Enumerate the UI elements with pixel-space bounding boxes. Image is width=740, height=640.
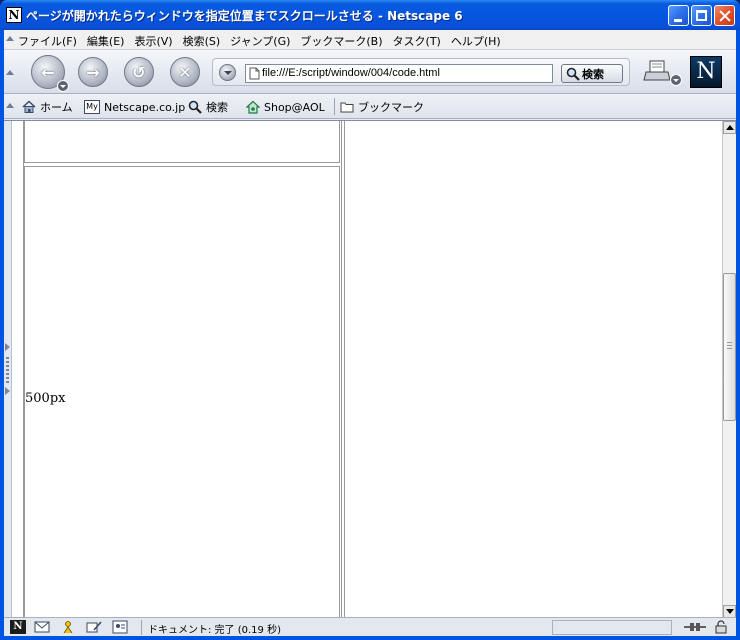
toolbar-separator: [334, 98, 335, 115]
personal-bookmarks-folder[interactable]: ブックマーク: [340, 99, 424, 115]
sidebar-expand-arrow-icon[interactable]: [5, 343, 10, 351]
menu-help[interactable]: ヘルプ(H): [451, 33, 501, 49]
status-bar: N ドキュメント: 完了 (0.19 秒): [4, 617, 736, 636]
print-icon[interactable]: [642, 58, 672, 84]
menu-bar: ファイル(F) 編集(E) 表示(V) 検索(S) ジャンプ(G) ブックマーク…: [4, 30, 736, 50]
bookmarks-label: ブックマーク: [358, 101, 424, 114]
table-cell-top: [24, 121, 340, 163]
home-icon: [22, 100, 36, 113]
personal-home-button[interactable]: ホーム: [22, 99, 73, 115]
stop-x-icon: ✕: [178, 62, 192, 82]
shop-label: Shop@AOL: [264, 100, 325, 114]
netscape-throbber-logo[interactable]: N: [690, 56, 722, 88]
scroll-thumb[interactable]: [723, 273, 736, 421]
online-status-icon[interactable]: [684, 621, 706, 633]
content-area: 500px: [4, 120, 736, 618]
mail-icon[interactable]: [34, 620, 50, 634]
url-text: file:///E:/script/window/004/code.html: [262, 67, 440, 79]
menu-go[interactable]: ジャンプ(G): [230, 33, 290, 49]
frame-divider[interactable]: [341, 121, 342, 618]
table-cell-main: [24, 166, 340, 618]
toolbar-grippy-icon[interactable]: [6, 36, 14, 41]
folder-icon: [340, 102, 354, 113]
print-dropdown[interactable]: [670, 74, 682, 86]
search-label: 検索: [206, 101, 228, 114]
menu-file[interactable]: ファイル(F): [18, 33, 77, 49]
magnifier-icon: [566, 67, 580, 81]
page-file-icon: [249, 67, 260, 80]
scroll-up-button[interactable]: [723, 121, 736, 134]
minimize-button[interactable]: [668, 5, 689, 26]
close-button[interactable]: [714, 5, 735, 26]
stop-button[interactable]: ✕: [170, 57, 200, 87]
menu-view[interactable]: 表示(V): [134, 33, 172, 49]
forward-arrow-icon: →: [86, 62, 100, 82]
netscape-link-label: Netscape.co.jp: [104, 100, 186, 114]
shop-house-icon: [246, 100, 260, 114]
address-book-icon[interactable]: [112, 620, 128, 634]
frame-divider-edge: [344, 121, 345, 618]
my-netscape-icon: My: [84, 100, 100, 114]
toolbar-grippy-icon[interactable]: [6, 70, 14, 75]
reload-icon: ↺: [132, 62, 146, 82]
client-area: ファイル(F) 編集(E) 表示(V) 検索(S) ジャンプ(G) ブックマーク…: [4, 30, 736, 636]
back-history-dropdown[interactable]: [57, 80, 69, 92]
magnifier-icon: [188, 100, 202, 114]
status-text: ドキュメント: 完了 (0.19 秒): [148, 625, 281, 636]
home-label: ホーム: [40, 101, 73, 114]
menu-search[interactable]: 検索(S): [183, 33, 221, 49]
status-separator: [141, 620, 142, 635]
cell-height-label: 500px: [25, 391, 66, 406]
menu-bookmarks[interactable]: ブックマーク(B): [300, 33, 382, 49]
sidebar-expand-arrow-icon[interactable]: [5, 387, 10, 395]
personal-shop-link[interactable]: Shop@AOL: [246, 99, 325, 115]
netscape-icon[interactable]: N: [10, 620, 26, 634]
progress-meter: [552, 620, 672, 635]
menu-edit[interactable]: 編集(E): [87, 33, 125, 49]
netscape-app-icon[interactable]: N: [6, 7, 22, 23]
web-page: 500px: [12, 121, 722, 618]
url-history-dropdown[interactable]: [219, 64, 236, 81]
url-input[interactable]: file:///E:/script/window/004/code.html: [245, 64, 553, 83]
security-lock-icon[interactable]: [714, 620, 728, 634]
personal-toolbar: ホーム My Netscape.co.jp 検索 Shop@AOL ブックマーク: [4, 94, 736, 119]
forward-button[interactable]: →: [78, 57, 108, 87]
url-bar-container: file:///E:/script/window/004/code.html 検…: [212, 58, 630, 86]
search-button-label: 検索: [582, 67, 604, 81]
reload-button[interactable]: ↺: [124, 57, 154, 87]
vertical-scrollbar[interactable]: [722, 121, 736, 618]
window-title: ページが開かれたらウィンドウを指定位置までスクロールさせる - Netscape…: [26, 9, 463, 23]
instant-messenger-icon[interactable]: [60, 620, 76, 634]
splitter-grip-icon: [6, 357, 9, 383]
navigation-toolbar: ← → ↺ ✕ file:///E:/script/window/004/cod…: [4, 50, 736, 94]
personal-netscape-link[interactable]: My Netscape.co.jp: [84, 99, 185, 115]
left-frame: 500px: [12, 121, 342, 618]
title-bar[interactable]: N ページが開かれたらウィンドウを指定位置までスクロールさせる - Netsca…: [0, 0, 740, 30]
composer-icon[interactable]: [86, 620, 102, 634]
search-button[interactable]: 検索: [561, 64, 623, 83]
personal-search-button[interactable]: 検索: [188, 99, 228, 115]
toolbar-grippy-icon[interactable]: [6, 103, 14, 108]
maximize-button[interactable]: [691, 5, 712, 26]
browser-window: N ページが開かれたらウィンドウを指定位置までスクロールさせる - Netsca…: [0, 0, 740, 640]
menu-tasks[interactable]: タスク(T): [393, 33, 441, 49]
sidebar-splitter[interactable]: [4, 121, 12, 618]
